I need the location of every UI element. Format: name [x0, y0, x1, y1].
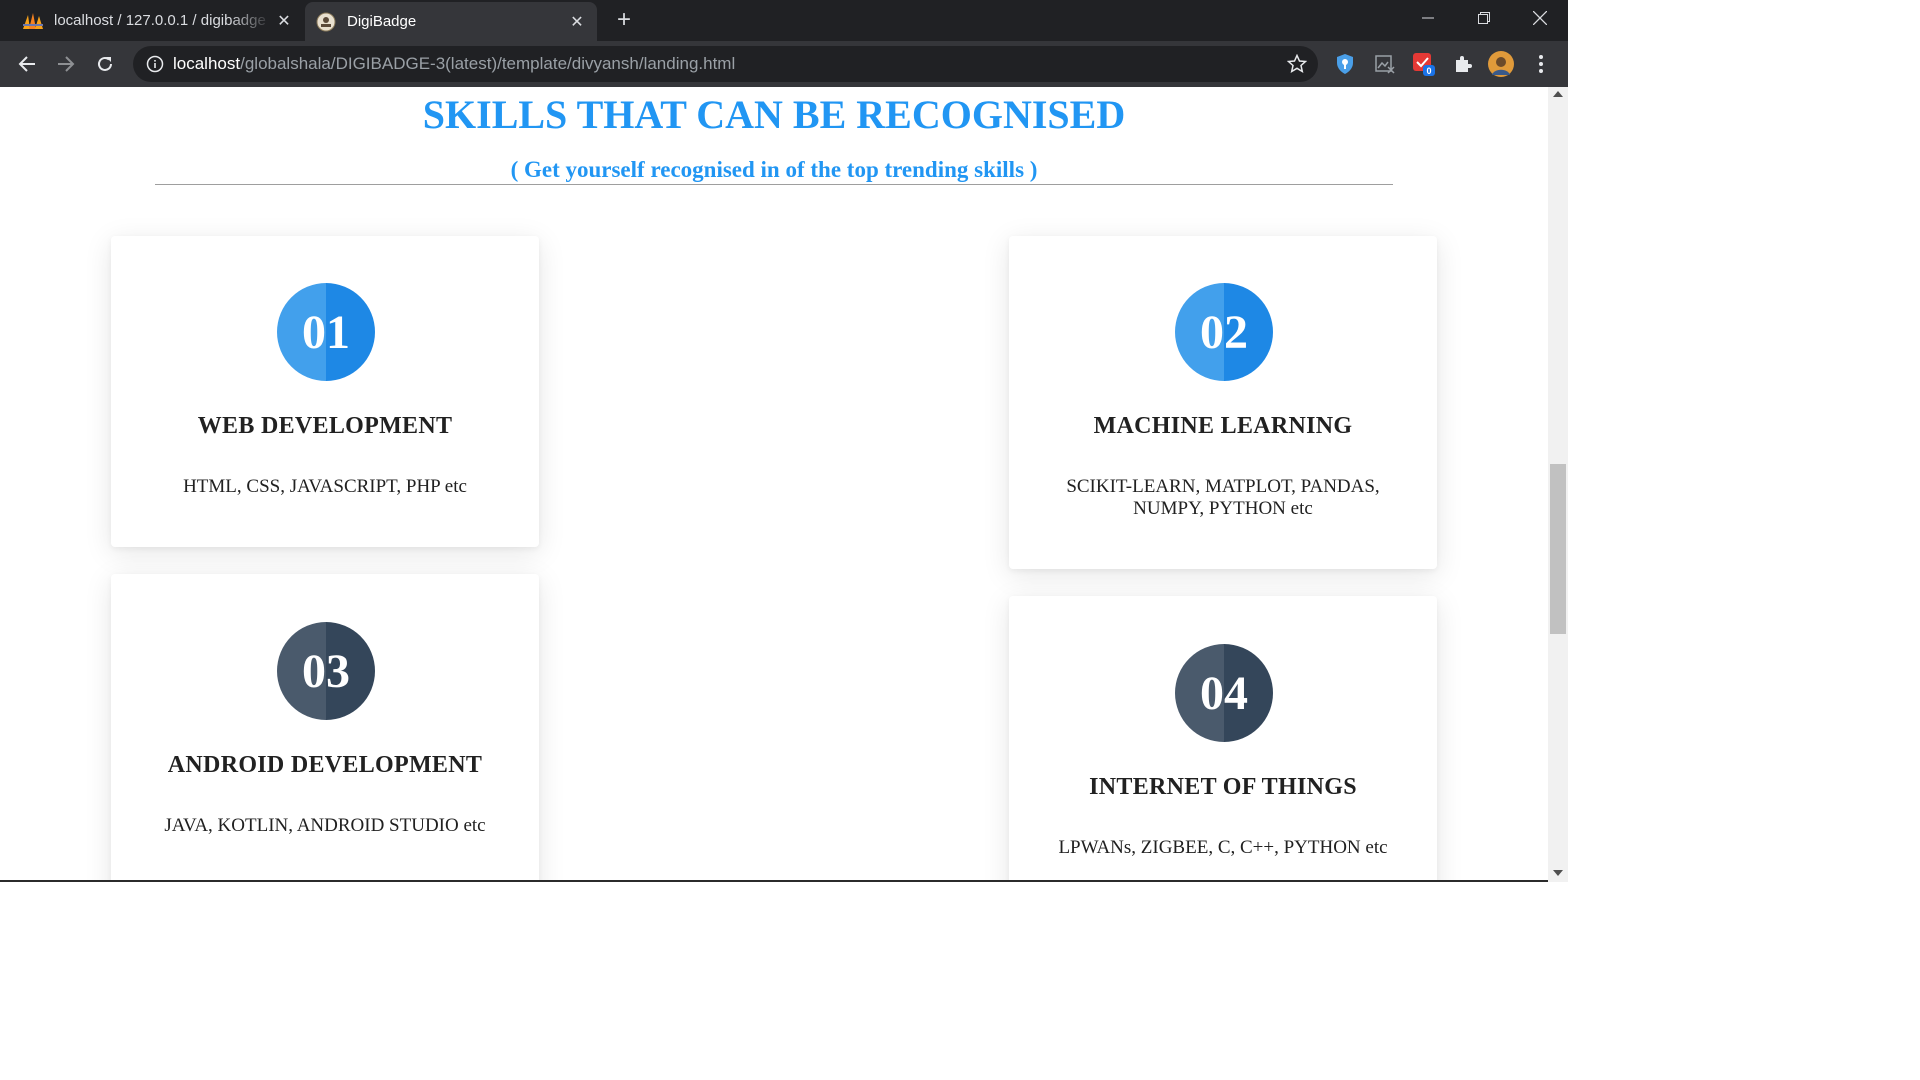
skill-card-title: ANDROID DEVELOPMENT [167, 752, 483, 778]
skill-card-description: JAVA, KOTLIN, ANDROID STUDIO etc [164, 815, 486, 836]
skill-card-title: WEB DEVELOPMENT [197, 413, 453, 439]
tab-phpmyadmin[interactable]: localhost / 127.0.0.1 / digibadge ✕ [12, 0, 304, 41]
skill-card-machine-learning: 02 MACHINE LEARNING SCIKIT-LEARN, MATPLO… [1009, 236, 1437, 569]
restore-icon[interactable] [1456, 0, 1512, 36]
skill-card-internet-of-things: 04 INTERNET OF THINGS LPWANs, ZIGBEE, C,… [1009, 596, 1437, 882]
skill-number-badge: 03 [277, 622, 375, 720]
browser-menu-icon[interactable] [1528, 51, 1554, 77]
scroll-up-arrow-icon[interactable] [1553, 91, 1563, 97]
extensions-puzzle-icon[interactable] [1450, 51, 1476, 77]
skill-card-android-development: 03 ANDROID DEVELOPMENT JAVA, KOTLIN, AND… [111, 574, 539, 882]
page-scrollbar[interactable] [1548, 87, 1568, 882]
extension-badge-count: 0 [1426, 66, 1431, 76]
new-tab-icon[interactable]: + [610, 6, 638, 34]
phpmyadmin-icon [22, 10, 44, 32]
skill-number-badge: 01 [277, 283, 375, 381]
skill-card-web-development: 01 WEB DEVELOPMENT HTML, CSS, JAVASCRIPT… [111, 236, 539, 547]
skill-card-title: MACHINE LEARNING [1093, 413, 1353, 439]
digibadge-favicon-icon [315, 11, 337, 33]
skill-card-description: LPWANs, ZIGBEE, C, C++, PYTHON etc [1058, 837, 1388, 858]
site-info-icon[interactable] [145, 54, 165, 74]
skill-number-badge: 02 [1175, 283, 1273, 381]
page-viewport: SKILLS THAT CAN BE RECOGNISED ( Get your… [0, 87, 1548, 882]
reload-icon[interactable] [90, 49, 120, 79]
scrollbar-thumb[interactable] [1550, 464, 1566, 634]
profile-avatar[interactable] [1488, 51, 1514, 77]
close-tab-icon[interactable]: ✕ [272, 9, 296, 33]
close-window-icon[interactable] [1512, 0, 1568, 36]
minimize-icon[interactable] [1400, 0, 1456, 36]
red-extension-icon[interactable]: 0 [1411, 51, 1437, 77]
shield-extension-icon[interactable] [1332, 51, 1358, 77]
address-bar[interactable]: localhost/globalshala/DIGIBADGE-3(latest… [133, 46, 1318, 82]
skill-number-badge: 04 [1175, 644, 1273, 742]
window-bottom-edge [0, 880, 1548, 882]
close-tab-icon[interactable]: ✕ [565, 10, 589, 34]
image-extension-icon[interactable] [1372, 51, 1398, 77]
forward-icon[interactable] [51, 49, 81, 79]
url-path: /globalshala/DIGIBADGE-3(latest)/templat… [240, 54, 736, 73]
url-text: localhost/globalshala/DIGIBADGE-3(latest… [173, 54, 735, 74]
skill-card-title: INTERNET OF THINGS [1089, 774, 1357, 800]
heading-divider [155, 184, 1393, 185]
tab-digibadge[interactable]: DigiBadge ✕ [305, 2, 597, 41]
back-icon[interactable] [12, 49, 42, 79]
skill-card-description: HTML, CSS, JAVASCRIPT, PHP etc [183, 476, 467, 497]
tab-title: DigiBadge [347, 13, 417, 30]
skill-card-description: SCIKIT-LEARN, MATPLOT, PANDAS, NUMPY, PY… [1066, 476, 1380, 519]
tab-strip: localhost / 127.0.0.1 / digibadge ✕ Digi… [0, 0, 1568, 41]
section-heading: SKILLS THAT CAN BE RECOGNISED [422, 92, 1126, 137]
tab-title: localhost / 127.0.0.1 / digibadge [54, 12, 266, 29]
section-subheading: ( Get yourself recognised in of the top … [510, 157, 1038, 182]
url-host: localhost [173, 54, 241, 73]
scroll-down-arrow-icon[interactable] [1553, 870, 1563, 876]
bookmark-star-icon[interactable] [1286, 53, 1308, 75]
